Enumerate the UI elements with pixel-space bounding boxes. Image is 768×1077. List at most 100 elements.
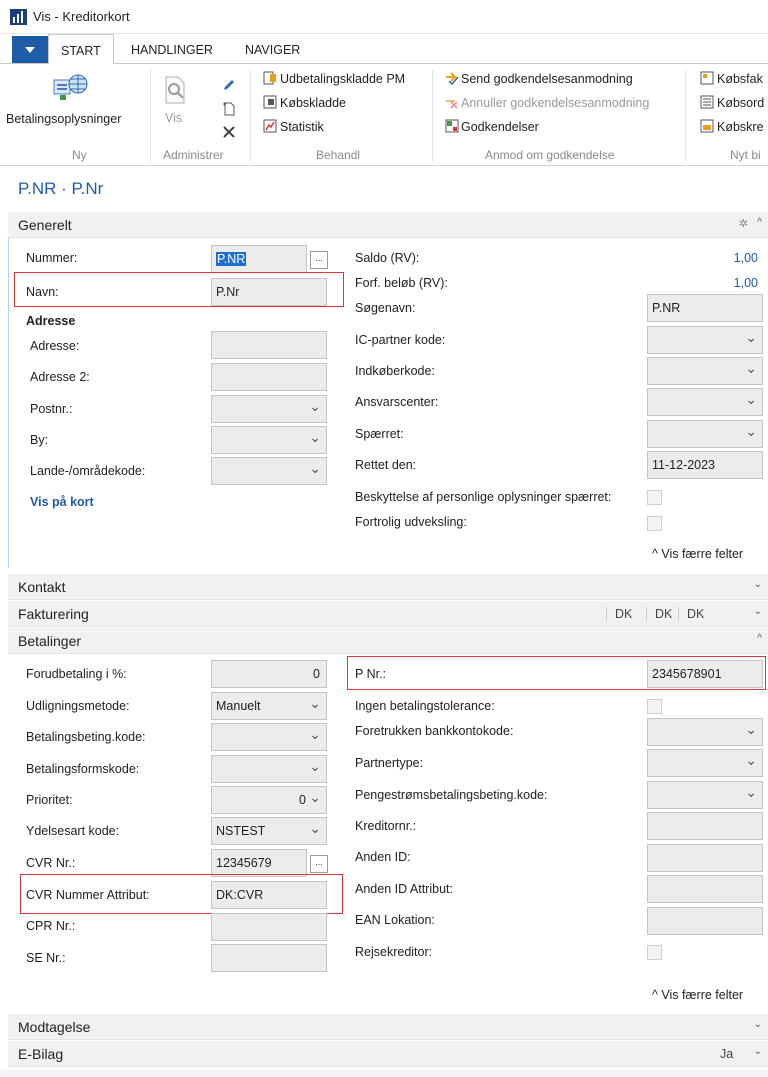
- chevron-up-icon[interactable]: ^: [757, 217, 762, 228]
- assist-edit-button[interactable]: ...: [310, 251, 328, 269]
- spaerret-dropdown[interactable]: [647, 420, 763, 448]
- ingen-tolerance-label: Ingen betalingstolerance:: [355, 699, 495, 713]
- forf-label: Forf. beløb (RV):: [355, 276, 448, 290]
- fasttab-kontakt-label: Kontakt: [18, 579, 66, 595]
- fakturering-summary-1: DK: [606, 607, 632, 621]
- soegenavn-field[interactable]: P.NR: [647, 294, 763, 322]
- beskyttelse-checkbox[interactable]: [647, 490, 662, 505]
- adresse2-field[interactable]: [211, 363, 327, 391]
- send-godkendelsesanmodning-button[interactable]: Send godkendelsesanmodning: [461, 72, 633, 86]
- nummer-field[interactable]: P.NR: [211, 245, 307, 273]
- ic-partner-dropdown[interactable]: [647, 326, 763, 354]
- edit-pencil-icon[interactable]: [222, 78, 236, 92]
- new-document-icon[interactable]: [222, 102, 236, 116]
- statistik-button[interactable]: Statistik: [280, 120, 324, 134]
- chevron-down-icon[interactable]: ⌄: [754, 1046, 762, 1057]
- koebskladde-button[interactable]: Købskladde: [280, 96, 346, 110]
- udligning-dropdown[interactable]: Manuelt: [211, 692, 327, 720]
- chevron-up-icon[interactable]: ^: [757, 633, 762, 644]
- cvr-nr-field[interactable]: 12345679: [211, 849, 307, 877]
- delete-x-icon[interactable]: [222, 125, 236, 139]
- vis-faerre-felter-link[interactable]: ^ Vis færre felter: [652, 547, 743, 561]
- lande-dropdown[interactable]: [211, 457, 327, 485]
- application-menu-button[interactable]: [12, 36, 48, 63]
- saldo-value[interactable]: 1,00: [690, 251, 758, 265]
- ean-lokation-field[interactable]: [647, 907, 763, 935]
- title-bar: Vis - Kreditorkort: [0, 0, 768, 34]
- beskyttelse-label: Beskyttelse af personlige oplysninger sp…: [355, 490, 612, 504]
- forf-value[interactable]: 1,00: [690, 276, 758, 290]
- tab-start[interactable]: START: [48, 34, 114, 65]
- fortrolig-label: Fortrolig udveksling:: [355, 515, 467, 529]
- adresse2-label: Adresse 2:: [30, 370, 90, 384]
- kreditornr-field[interactable]: [647, 812, 763, 840]
- postnr-dropdown[interactable]: [211, 395, 327, 423]
- horizontal-scrollbar[interactable]: [0, 1070, 768, 1077]
- fortrolig-checkbox[interactable]: [647, 516, 662, 531]
- anden-id-attribut-field[interactable]: [647, 875, 763, 903]
- fasttab-e-bilag[interactable]: E-Bilag Ja ⌄: [8, 1041, 768, 1067]
- betalingsoplysninger-button[interactable]: Betalingsoplysninger: [6, 112, 121, 126]
- soegenavn-label: Søgenavn:: [355, 301, 416, 315]
- prioritet-dropdown[interactable]: 0: [211, 786, 327, 814]
- ean-lokation-label: EAN Lokation:: [355, 913, 435, 927]
- ydelsesart-dropdown[interactable]: NSTEST: [211, 817, 327, 845]
- e-bilag-summary: Ja: [720, 1047, 734, 1061]
- godkendelser-button[interactable]: Godkendelser: [461, 120, 539, 134]
- cancel-approval-icon: [446, 100, 458, 109]
- by-label: By:: [30, 433, 49, 447]
- app-logo-icon: [10, 9, 27, 25]
- partnertype-dropdown[interactable]: [647, 749, 763, 777]
- vis-paa-kort-link[interactable]: Vis på kort: [30, 495, 94, 509]
- ansvarscenter-dropdown[interactable]: [647, 388, 763, 416]
- ic-partner-label: IC-partner kode:: [355, 333, 446, 347]
- fasttab-fakturering-label: Fakturering: [18, 606, 89, 622]
- settings-gear-icon[interactable]: ✲: [739, 217, 748, 230]
- adresse-field[interactable]: [211, 331, 327, 359]
- ribbon-group-ny-label: Ny: [72, 148, 87, 162]
- window-title: Vis - Kreditorkort: [33, 9, 130, 24]
- fasttab-betalinger-label: Betalinger: [18, 633, 82, 649]
- rettet-den-field[interactable]: 11-12-2023: [647, 451, 763, 479]
- udbetalingskladde-pm-button[interactable]: Udbetalingskladde PM: [280, 72, 405, 86]
- fasttab-generelt[interactable]: Generelt ✲ ^: [8, 212, 768, 238]
- adresse-group-header: Adresse: [26, 314, 76, 328]
- koebsordre-button[interactable]: Købsord: [717, 96, 764, 110]
- fasttab-fakturering[interactable]: Fakturering DK DK DK ⌄: [8, 601, 768, 627]
- forudbetaling-field[interactable]: 0: [211, 660, 327, 688]
- fasttab-betalinger[interactable]: Betalinger ^: [8, 628, 768, 654]
- fasttab-modtagelse[interactable]: Modtagelse ⌄: [8, 1014, 768, 1040]
- tab-naviger[interactable]: NAVIGER: [245, 43, 300, 57]
- partnertype-label: Partnertype:: [355, 756, 424, 770]
- foretrukken-bank-label: Foretrukken bankkontokode:: [355, 724, 514, 738]
- betalingsbeting-dropdown[interactable]: [211, 723, 327, 751]
- chevron-down-icon[interactable]: ⌄: [754, 579, 762, 590]
- statistics-icon: [263, 119, 277, 133]
- chevron-down-icon[interactable]: ⌄: [754, 1019, 762, 1030]
- tab-handlinger[interactable]: HANDLINGER: [131, 43, 213, 57]
- cvr-nr-label: CVR Nr.:: [26, 856, 76, 870]
- anden-id-field[interactable]: [647, 844, 763, 872]
- pengestroem-dropdown[interactable]: [647, 781, 763, 809]
- ribbon-group-nyt-bilag-label: Nyt bi: [730, 148, 761, 162]
- se-nr-field[interactable]: [211, 944, 327, 972]
- ingen-tolerance-checkbox[interactable]: [647, 699, 662, 714]
- annuller-godkendelsesanmodning-button[interactable]: Annuller godkendelsesanmodning: [461, 96, 649, 110]
- vis-button[interactable]: Vis: [165, 111, 182, 125]
- fasttab-kontakt[interactable]: Kontakt ⌄: [8, 574, 768, 600]
- payment-info-icon: [53, 74, 88, 100]
- vis-faerre-felter-link[interactable]: ^ Vis færre felter: [652, 988, 743, 1002]
- indkoeber-dropdown[interactable]: [647, 357, 763, 385]
- betalingsform-dropdown[interactable]: [211, 755, 327, 783]
- assist-edit-button[interactable]: ...: [310, 855, 328, 873]
- koebskreditnota-button[interactable]: Købskre: [717, 120, 764, 134]
- rettet-den-label: Rettet den:: [355, 458, 417, 472]
- cpr-nr-label: CPR Nr.:: [26, 919, 76, 933]
- cpr-nr-field[interactable]: [211, 913, 327, 941]
- foretrukken-bank-dropdown[interactable]: [647, 718, 763, 746]
- chevron-down-icon[interactable]: ⌄: [754, 606, 762, 617]
- rejsekreditor-checkbox[interactable]: [647, 945, 662, 960]
- by-dropdown[interactable]: [211, 426, 327, 454]
- koebsfaktura-button[interactable]: Købsfak: [717, 72, 763, 86]
- fasttab-e-bilag-label: E-Bilag: [18, 1046, 64, 1062]
